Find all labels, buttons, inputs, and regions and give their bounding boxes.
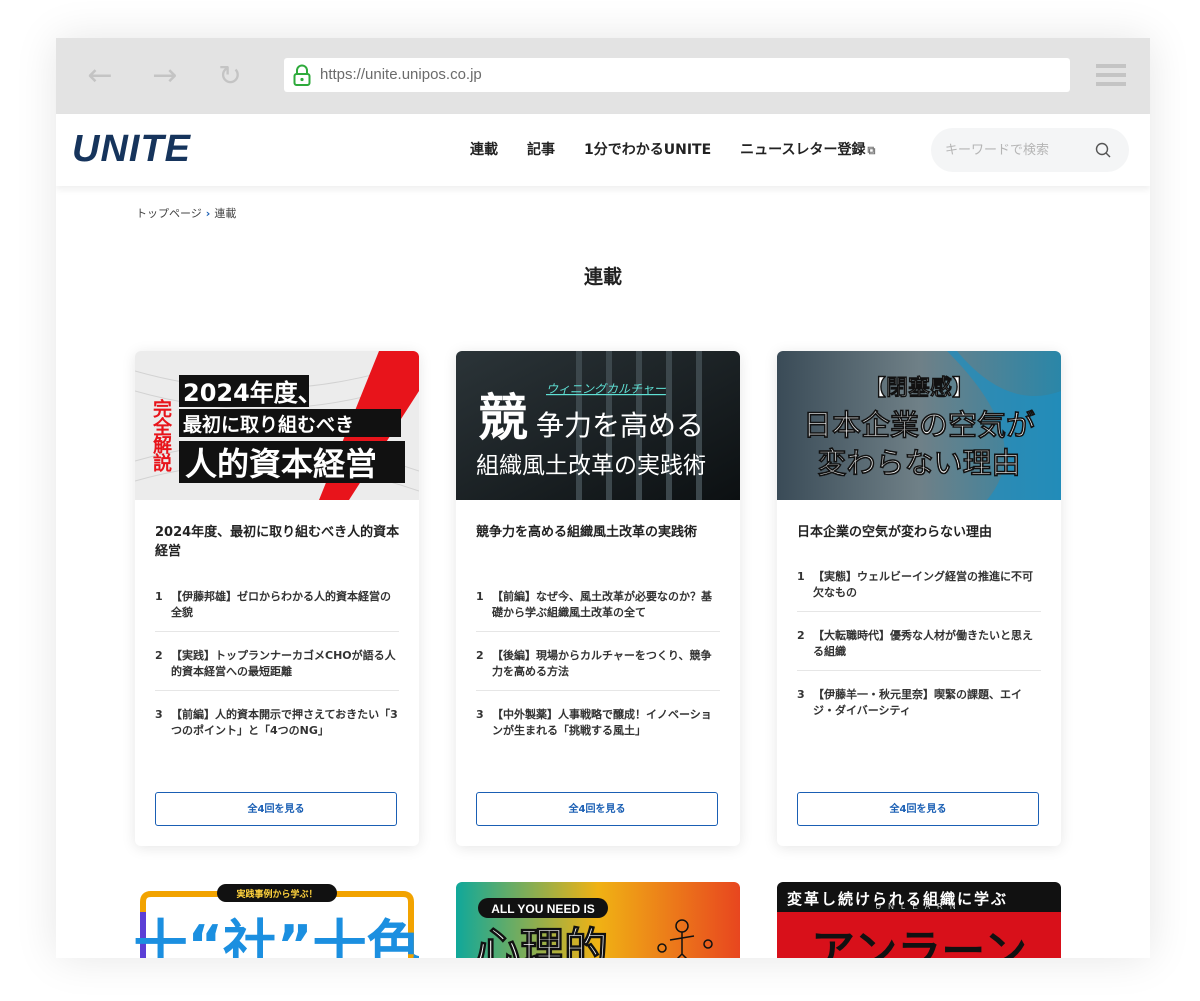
breadcrumb: トップページ › 連載	[136, 205, 236, 221]
browser-toolbar: ← → ↻ https://unite.unipos.co.jp	[56, 38, 1150, 114]
series-card: 完全解説 2024年度、 最初に取り組むべき 人的資本経営 2024年度、最初に…	[135, 351, 419, 846]
episode-item[interactable]: 3 【中外製薬】人事戦略で醸成！イノベーションが生まれる「挑戦する風土」	[476, 707, 720, 749]
nav-item-about[interactable]: 1分でわかるUNITE	[584, 139, 711, 159]
episode-list: 1 【実態】ウェルビーイング経営の推進に不可欠なもの 2 【大転職時代】優秀な人材が…	[797, 569, 1041, 745]
thumb-text: 変わらない理由	[817, 446, 1020, 480]
episode-number: 3	[797, 688, 805, 701]
episode-number: 2	[476, 649, 484, 662]
nav-item-series[interactable]: 連載	[470, 139, 498, 159]
episode-title: 【伊藤羊一・秋元里奈】喫緊の課題、エイジ・ダイバーシティ	[813, 688, 1022, 717]
see-all-button[interactable]: 全4回を見る	[797, 792, 1039, 826]
episode-item[interactable]: 3 【伊藤羊一・秋元里奈】喫緊の課題、エイジ・ダイバーシティ	[797, 687, 1041, 729]
forward-arrow-icon[interactable]: →	[147, 58, 183, 94]
lock-icon	[293, 64, 311, 86]
series-card: 競 ウィニングカルチャー 争力を高める 組織風土改革の実践術 競争力を高める組織…	[456, 351, 740, 846]
url-text: https://unite.unipos.co.jp	[320, 66, 482, 83]
thumb-text: 十“社”十色	[135, 914, 419, 958]
hamburger-menu-icon[interactable]	[1096, 64, 1126, 86]
breadcrumb-home[interactable]: トップページ	[136, 207, 202, 220]
global-nav: 連載 記事 1分でわかるUNITE ニュースレター登録 ⧉	[470, 139, 904, 159]
see-all-button[interactable]: 全4回を見る	[155, 792, 397, 826]
episode-number: 1	[476, 590, 484, 603]
episode-title: 【実践】トップランナーカゴメCHOが語る人的資本経営への最短距離	[171, 649, 396, 678]
episode-item[interactable]: 2 【後編】現場からカルチャーをつくり、競争力を高める方法	[476, 648, 720, 691]
episode-number: 3	[476, 708, 484, 721]
series-thumbnail[interactable]: 変革し続けられる組織に学ぶ UNLEARN アンラーン	[777, 882, 1061, 958]
thumb-text: UNLEARN	[875, 902, 962, 911]
episode-title: 【後編】現場からカルチャーをつくり、競争力を高める方法	[492, 649, 712, 678]
episode-number: 1	[797, 570, 805, 583]
series-thumbnail[interactable]: 競 ウィニングカルチャー 争力を高める 組織風土改革の実践術	[456, 351, 740, 500]
back-arrow-icon[interactable]: ←	[82, 58, 118, 94]
episode-item[interactable]: 1 【実態】ウェルビーイング経営の推進に不可欠なもの	[797, 569, 1041, 612]
external-link-icon: ⧉	[867, 144, 876, 157]
thumb-text: 実践事例から学ぶ！	[236, 888, 317, 900]
episode-title: 【伊藤邦雄】ゼロからわかる人的資本経営の全貌	[171, 590, 391, 619]
address-bar[interactable]: https://unite.unipos.co.jp	[284, 58, 1070, 92]
nav-item-newsletter-label: ニュースレター登録	[740, 142, 866, 158]
thumb-text: 最初に取り組むべき	[183, 413, 354, 436]
episode-title: 【大転職時代】優秀な人材が働きたいと思える組織	[813, 629, 1033, 658]
thumb-text: ALL YOU NEED IS	[491, 902, 595, 916]
episode-title: 【前編】人的資本開示で押さえておきたい「3つのポイント」と「4つのNG」	[171, 708, 398, 737]
search-box	[931, 128, 1129, 172]
page-title: 連載	[583, 266, 622, 288]
episode-item[interactable]: 2 【実践】トップランナーカゴメCHOが語る人的資本経営への最短距離	[155, 648, 399, 691]
breadcrumb-current: 連載	[214, 207, 237, 220]
series-title[interactable]: 日本企業の空気が変わらない理由	[797, 523, 1043, 542]
episode-item[interactable]: 3 【前編】人的資本開示で押さえておきたい「3つのポイント」と「4つのNG」	[155, 707, 399, 749]
search-input[interactable]	[945, 140, 1085, 160]
thumb-text: アンラーン	[811, 926, 1027, 958]
episode-number: 2	[155, 649, 163, 662]
series-title[interactable]: 2024年度、最初に取り組むべき人的資本経営	[155, 523, 401, 561]
thumb-text: 競	[478, 388, 528, 447]
series-thumbnail[interactable]: ALL YOU NEED IS 心理的	[456, 882, 740, 958]
thumb-text: 2024年度、	[183, 379, 322, 407]
thumb-text: 争力を高める	[536, 409, 704, 442]
episode-item[interactable]: 1 【前編】なぜ今、風土改革が必要なのか？基礎から学ぶ組織風土改革の全て	[476, 589, 720, 632]
thumb-text: 完全解説	[150, 398, 173, 473]
episode-title: 【実態】ウェルビーイング経営の推進に不可欠なもの	[813, 570, 1033, 599]
search-icon[interactable]	[1095, 142, 1111, 158]
thumb-text: 心理的	[476, 924, 608, 958]
reload-icon[interactable]: ↻	[212, 58, 248, 94]
thumb-text: ウィニングカルチャー	[546, 382, 667, 396]
see-all-button[interactable]: 全4回を見る	[476, 792, 718, 826]
episode-number: 1	[155, 590, 163, 603]
series-title[interactable]: 競争力を高める組織風土改革の実践術	[476, 523, 722, 542]
thumb-text: 人的資本経営	[185, 445, 377, 483]
episode-list: 1 【前編】なぜ今、風土改革が必要なのか？基礎から学ぶ組織風土改革の全て 2 【後編…	[476, 589, 720, 765]
episode-number: 2	[797, 629, 805, 642]
thumb-text: 日本企業の空気が	[803, 408, 1035, 442]
thumb-text: 【閉塞感】	[864, 375, 974, 401]
nav-item-articles[interactable]: 記事	[527, 139, 555, 159]
breadcrumb-separator-icon: ›	[205, 207, 211, 220]
episode-number: 3	[155, 708, 163, 721]
episode-title: 【前編】なぜ今、風土改革が必要なのか？基礎から学ぶ組織風土改革の全て	[492, 590, 712, 619]
series-thumbnail[interactable]: 実践事例から学ぶ！ 十“社”十色	[135, 882, 419, 958]
series-thumbnail[interactable]: 【閉塞感】 日本企業の空気が 変わらない理由	[777, 351, 1061, 500]
thumb-text: 組織風土改革の実践術	[476, 453, 706, 479]
browser-window: ← → ↻ https://unite.unipos.co.jp UNITE 連…	[56, 38, 1150, 958]
series-thumbnail[interactable]: 完全解説 2024年度、 最初に取り組むべき 人的資本経営	[135, 351, 419, 500]
episode-title: 【中外製薬】人事戦略で醸成！イノベーションが生まれる「挑戦する風土」	[492, 708, 712, 737]
nav-item-newsletter[interactable]: ニュースレター登録 ⧉	[740, 139, 875, 159]
episode-list: 1 【伊藤邦雄】ゼロからわかる人的資本経営の全貌 2 【実践】トップランナーカゴメC…	[155, 589, 399, 765]
series-card: 【閉塞感】 日本企業の空気が 変わらない理由 日本企業の空気が変わらない理由 1…	[777, 351, 1061, 846]
episode-item[interactable]: 2 【大転職時代】優秀な人材が働きたいと思える組織	[797, 628, 1041, 671]
site-header: UNITE 連載 記事 1分でわかるUNITE ニュースレター登録 ⧉	[56, 114, 1150, 186]
episode-item[interactable]: 1 【伊藤邦雄】ゼロからわかる人的資本経営の全貌	[155, 589, 399, 632]
site-logo[interactable]: UNITE	[72, 128, 191, 171]
